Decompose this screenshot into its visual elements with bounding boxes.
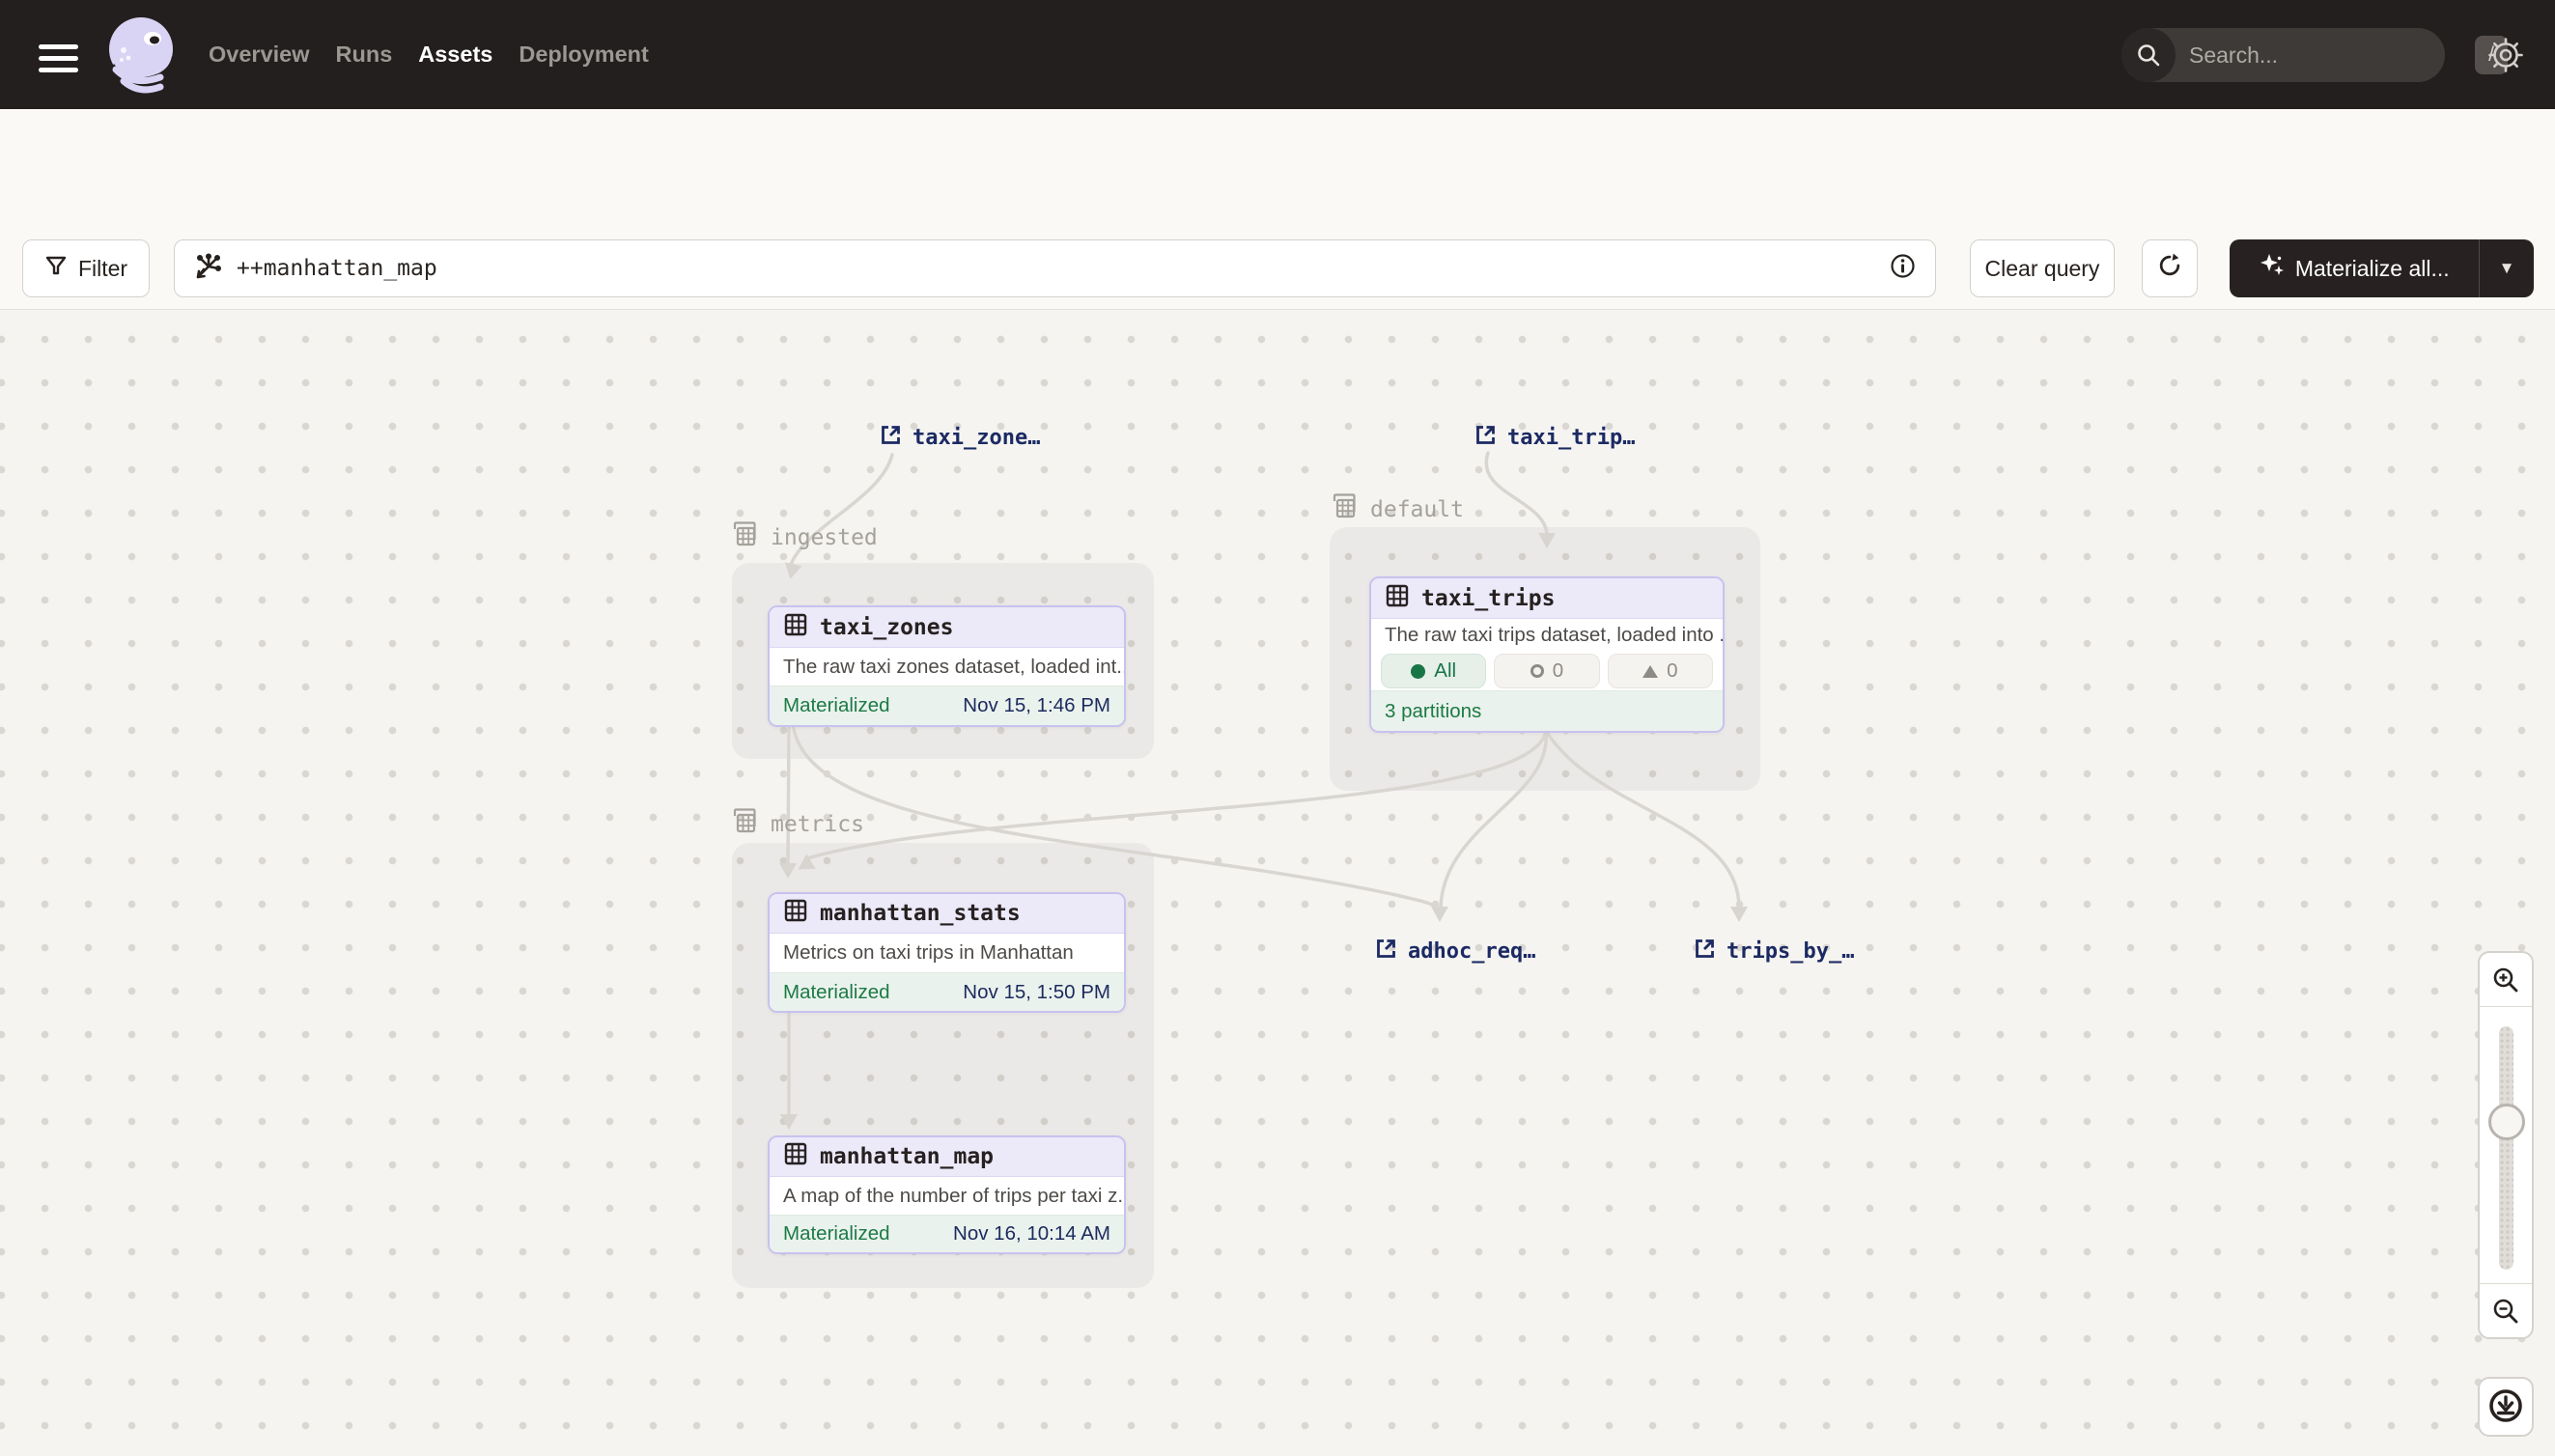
- asset-description: The raw taxi trips dataset, loaded into …: [1371, 619, 1723, 652]
- materialization-timestamp[interactable]: Nov 15, 1:50 PM: [963, 981, 1110, 1004]
- ring-icon: [1530, 664, 1544, 678]
- partitions-failed-pill[interactable]: 0: [1608, 654, 1713, 688]
- settings-gear-icon[interactable]: [2486, 37, 2525, 75]
- clear-query-button[interactable]: Clear query: [1970, 239, 2115, 297]
- asset-node-taxi-zones[interactable]: taxi_zones The raw taxi zones dataset, l…: [768, 605, 1126, 727]
- materialization-timestamp[interactable]: Nov 15, 1:46 PM: [963, 694, 1110, 717]
- asset-node-manhattan-map[interactable]: manhattan_map A map of the number of tri…: [768, 1135, 1126, 1254]
- edge-taxi-trip-file-to-taxi-trips: [1486, 453, 1547, 534]
- filled-dot-icon: [1411, 664, 1425, 679]
- asset-status-footer: Materialized Nov 16, 10:14 AM: [770, 1215, 1124, 1252]
- partitions-all-pill[interactable]: All: [1381, 654, 1486, 688]
- op-graph-icon: [194, 252, 223, 286]
- sparkle-icon: [2259, 252, 2286, 285]
- external-link-icon: [1693, 937, 1717, 966]
- materialize-all-button[interactable]: Materialize all...: [2230, 239, 2479, 297]
- nav-link-deployment[interactable]: Deployment: [519, 42, 649, 68]
- dagster-logo[interactable]: [102, 14, 180, 98]
- table-stack-icon: [730, 520, 759, 555]
- hamburger-menu-icon[interactable]: [39, 44, 78, 75]
- zoom-out-button[interactable]: [2480, 1283, 2532, 1337]
- zoom-controls: [2478, 951, 2534, 1339]
- zoom-slider-handle[interactable]: [2488, 1104, 2525, 1140]
- table-icon: [783, 898, 808, 929]
- triangle-icon: [1642, 665, 1658, 678]
- group-label-ingested: ingested: [730, 520, 878, 555]
- external-asset-taxi-zone-file[interactable]: taxi_zone…: [879, 423, 1040, 453]
- asset-node-manhattan-stats[interactable]: manhattan_stats Metrics on taxi trips in…: [768, 892, 1126, 1013]
- nav-link-runs[interactable]: Runs: [336, 42, 393, 68]
- asset-query-input[interactable]: [237, 256, 1890, 281]
- partition-health-row: All 0 0: [1371, 652, 1723, 690]
- top-nav: Overview Runs Assets Deployment /: [0, 0, 2555, 109]
- group-label-default: default: [1330, 492, 1464, 527]
- asset-node-header: manhattan_map: [770, 1137, 1124, 1177]
- external-asset-adhoc-request[interactable]: adhoc_req…: [1374, 937, 1535, 966]
- lineage-canvas[interactable]: ingested default metrics taxi_zone… taxi…: [0, 309, 2555, 1456]
- table-icon: [1385, 583, 1410, 614]
- asset-node-taxi-trips[interactable]: taxi_trips The raw taxi trips dataset, l…: [1369, 576, 1725, 733]
- materialize-split-button: Materialize all... ▼: [2230, 239, 2534, 297]
- group-label-metrics: metrics: [730, 807, 864, 842]
- chevron-down-icon: ▼: [2499, 259, 2515, 278]
- materialize-dropdown-caret[interactable]: ▼: [2480, 239, 2534, 297]
- asset-description: A map of the number of trips per taxi z.…: [770, 1177, 1124, 1215]
- table-icon: [783, 1141, 808, 1172]
- external-asset-trips-by-week[interactable]: trips_by_…: [1693, 937, 1854, 966]
- primary-nav: Overview Runs Assets Deployment: [209, 0, 649, 109]
- nav-link-overview[interactable]: Overview: [209, 42, 310, 68]
- partitions-missing-pill[interactable]: 0: [1494, 654, 1599, 688]
- lineage-edges: [0, 310, 2555, 1456]
- nav-link-assets[interactable]: Assets: [418, 42, 492, 68]
- status-badge: Materialized: [783, 694, 890, 717]
- funnel-icon: [44, 254, 68, 283]
- page-header: Global Asset Lineage Reload definitions: [0, 109, 2555, 217]
- asset-partitions-footer: 3 partitions: [1371, 690, 1723, 731]
- external-link-icon: [1374, 937, 1398, 966]
- asset-node-header: taxi_trips: [1371, 578, 1723, 619]
- zoom-slider-track[interactable]: [2499, 1026, 2513, 1270]
- external-link-icon: [879, 423, 903, 453]
- asset-node-header: manhattan_stats: [770, 894, 1124, 934]
- table-icon: [783, 612, 808, 643]
- info-icon[interactable]: [1890, 253, 1916, 284]
- table-stack-icon: [730, 807, 759, 842]
- asset-status-footer: Materialized Nov 15, 1:50 PM: [770, 972, 1124, 1011]
- asset-description: The raw taxi zones dataset, loaded int..…: [770, 648, 1124, 686]
- arrow-down-circle-icon: [2486, 1386, 2525, 1428]
- asset-status-footer: Materialized Nov 15, 1:46 PM: [770, 686, 1124, 725]
- search-input[interactable]: [2176, 42, 2475, 69]
- status-badge: Materialized: [783, 981, 890, 1004]
- external-asset-taxi-trip-file[interactable]: taxi_trip…: [1474, 423, 1635, 453]
- zoom-in-button[interactable]: [2480, 953, 2532, 1007]
- refresh-graph-button[interactable]: [2142, 239, 2198, 297]
- materialization-timestamp[interactable]: Nov 16, 10:14 AM: [953, 1222, 1110, 1246]
- asset-description: Metrics on taxi trips in Manhattan: [770, 934, 1124, 972]
- search-icon: [2121, 28, 2176, 82]
- asset-node-header: taxi_zones: [770, 607, 1124, 648]
- recenter-download-button[interactable]: [2478, 1377, 2534, 1437]
- external-link-icon: [1474, 423, 1498, 453]
- refresh-icon: [2157, 253, 2182, 284]
- table-stack-icon: [1330, 492, 1359, 527]
- filter-button[interactable]: Filter: [22, 239, 150, 297]
- lineage-toolbar: Filter Clear query: [0, 217, 2555, 309]
- partitions-count[interactable]: 3 partitions: [1385, 700, 1481, 723]
- status-badge: Materialized: [783, 1222, 890, 1246]
- search-bar[interactable]: /: [2121, 28, 2445, 82]
- asset-selection-input[interactable]: [174, 239, 1936, 297]
